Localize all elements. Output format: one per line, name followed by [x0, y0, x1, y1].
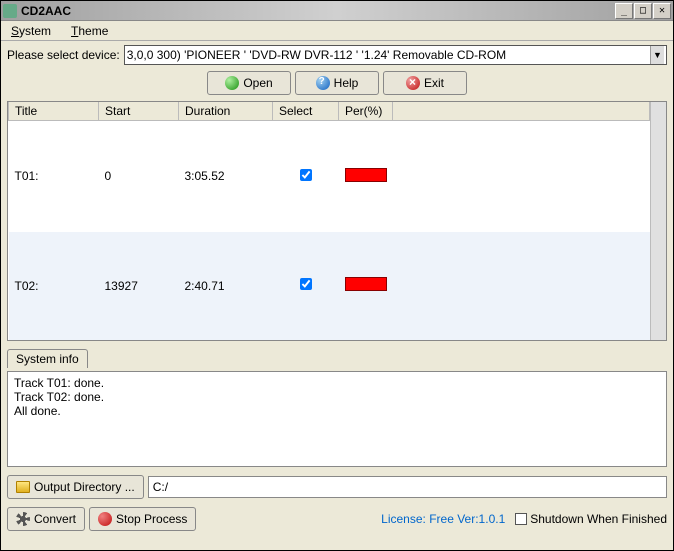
cell-duration: 3:05.52 [179, 121, 273, 232]
cell-per [339, 232, 393, 340]
stop-process-button[interactable]: Stop Process [89, 507, 196, 531]
exit-button[interactable]: Exit [383, 71, 467, 95]
cell-start: 0 [99, 121, 179, 232]
cell-start: 13927 [99, 232, 179, 340]
maximize-button[interactable]: □ [634, 3, 652, 19]
table-header-row: Title Start Duration Select Per(%) [9, 102, 650, 121]
output-path-field[interactable]: C:/ [148, 476, 667, 498]
exit-icon [406, 76, 420, 90]
output-path-value: C:/ [153, 480, 168, 494]
tab-bar: System info [7, 349, 667, 368]
cell-duration: 2:40.71 [179, 232, 273, 340]
app-icon [3, 4, 17, 18]
log-output: Track T01: done. Track T02: done. All do… [7, 371, 667, 467]
bottom-row: Convert Stop Process License: Free Ver:1… [7, 507, 667, 531]
device-row: Please select device: 3,0,0 300) 'PIONEE… [7, 45, 667, 65]
row-checkbox[interactable] [300, 278, 312, 290]
window-controls: _ □ ✕ [615, 3, 671, 19]
cell-select [273, 121, 339, 232]
shutdown-option[interactable]: Shutdown When Finished [515, 512, 667, 526]
window-title: CD2AAC [21, 4, 615, 18]
table-row[interactable]: T02: 13927 2:40.71 [9, 232, 650, 340]
row-checkbox[interactable] [300, 169, 312, 181]
table-row[interactable]: T01: 0 3:05.52 [9, 121, 650, 232]
col-start[interactable]: Start [99, 102, 179, 121]
device-value: 3,0,0 300) 'PIONEER ' 'DVD-RW DVR-112 ' … [127, 48, 506, 62]
col-select[interactable]: Select [273, 102, 339, 121]
license-text: License: Free Ver:1.0.1 [200, 512, 511, 526]
col-spacer [393, 102, 650, 121]
stop-icon [98, 512, 112, 526]
content-area: Please select device: 3,0,0 300) 'PIONEE… [1, 41, 673, 550]
toolbar: Open Help Exit [7, 71, 667, 95]
tab-system-info[interactable]: System info [7, 349, 88, 368]
cell-title: T02: [9, 232, 99, 340]
gear-icon [16, 512, 30, 526]
cell-title: T01: [9, 121, 99, 232]
menubar: System Theme [1, 21, 673, 41]
menu-theme[interactable]: Theme [65, 22, 114, 40]
shutdown-label: Shutdown When Finished [530, 512, 667, 526]
help-label: Help [334, 76, 359, 90]
vertical-scrollbar[interactable] [650, 102, 666, 340]
output-directory-button[interactable]: Output Directory ... [7, 475, 144, 499]
open-icon [225, 76, 239, 90]
col-title[interactable]: Title [9, 102, 99, 121]
minimize-button[interactable]: _ [615, 3, 633, 19]
output-directory-label: Output Directory ... [34, 480, 135, 494]
convert-label: Convert [34, 512, 76, 526]
progress-bar [345, 168, 387, 182]
track-table-wrap: Title Start Duration Select Per(%) T01: … [7, 101, 667, 341]
help-icon [316, 76, 330, 90]
col-duration[interactable]: Duration [179, 102, 273, 121]
stop-label: Stop Process [116, 512, 187, 526]
device-select[interactable]: 3,0,0 300) 'PIONEER ' 'DVD-RW DVR-112 ' … [124, 45, 667, 65]
exit-label: Exit [424, 76, 444, 90]
titlebar: CD2AAC _ □ ✕ [1, 1, 673, 21]
cell-per [339, 121, 393, 232]
col-per[interactable]: Per(%) [339, 102, 393, 121]
help-button[interactable]: Help [295, 71, 379, 95]
menu-system[interactable]: System [5, 22, 57, 40]
shutdown-checkbox[interactable] [515, 513, 527, 525]
open-button[interactable]: Open [207, 71, 291, 95]
chevron-down-icon: ▼ [650, 46, 664, 64]
convert-button[interactable]: Convert [7, 507, 85, 531]
open-label: Open [243, 76, 272, 90]
progress-bar [345, 277, 387, 291]
cell-select [273, 232, 339, 340]
folder-icon [16, 481, 30, 493]
app-window: CD2AAC _ □ ✕ System Theme Please select … [0, 0, 674, 551]
device-label: Please select device: [7, 48, 120, 62]
track-table: Title Start Duration Select Per(%) T01: … [8, 102, 650, 340]
output-row: Output Directory ... C:/ [7, 475, 667, 499]
close-button[interactable]: ✕ [653, 3, 671, 19]
